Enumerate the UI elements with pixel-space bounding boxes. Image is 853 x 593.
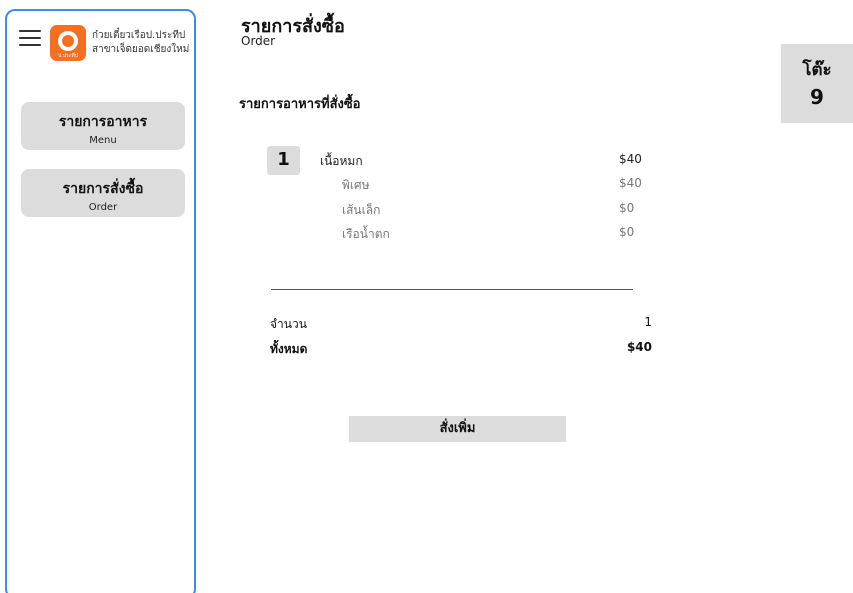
brand-name-line2: สาขาเจ็ดยอดเชียงใหม่ [92, 44, 190, 55]
noodle-bowl-icon [58, 31, 78, 51]
table-label: โต๊ะ [802, 60, 832, 80]
restaurant-logo: ป.ประทีป [50, 25, 86, 61]
brand-name: ก๋วยเตี๋ยวเรือป.ประทีป สาขาเจ็ดยอดเชียงใ… [92, 29, 196, 57]
sidebar: ป.ประทีป ก๋วยเตี๋ยวเรือป.ประทีป สาขาเจ็ด… [5, 9, 196, 593]
section-title: รายการอาหารที่สั่งซื้อ [239, 97, 361, 112]
item-option-name: เรือน้ำตก [342, 227, 390, 241]
total-label: ทั้งหมด [270, 342, 308, 356]
quantity-label: จำนวน [270, 317, 307, 331]
item-option-price: $0 [619, 201, 635, 215]
total-value: $40 [626, 340, 652, 354]
order-more-button[interactable]: สั่งเพิ่ม [349, 416, 566, 442]
brand-name-line1: ก๋วยเตี๋ยวเรือป.ประทีป [92, 30, 186, 41]
nav-order-label: รายการสั่งซื้อ [62, 181, 144, 197]
item-option-price: $0 [619, 225, 635, 239]
summary-divider [271, 289, 633, 290]
table-number: 9 [810, 85, 824, 109]
nav-order-button[interactable]: รายการสั่งซื้อ Order [21, 169, 185, 217]
item-price: $40 [619, 152, 642, 166]
item-name: เนื้อหมก [320, 154, 363, 168]
item-option-name: พิเศษ [342, 178, 370, 192]
hamburger-menu-icon[interactable] [19, 30, 41, 46]
nav-order-sublabel: Order [88, 202, 118, 213]
quantity-value: 1 [644, 315, 652, 329]
item-option-name: เส้นเล็ก [342, 203, 381, 217]
nav-menu-sublabel: Menu [89, 135, 117, 146]
logo-text: ป.ประทีป [58, 53, 78, 59]
nav-menu-button[interactable]: รายการอาหาร Menu [21, 102, 185, 150]
nav-menu-label: รายการอาหาร [58, 114, 148, 130]
table-number-badge: โต๊ะ 9 [781, 44, 853, 123]
item-option-price: $40 [619, 176, 642, 190]
page-subtitle: Order [241, 34, 276, 48]
item-quantity-badge: 1 [267, 146, 300, 175]
